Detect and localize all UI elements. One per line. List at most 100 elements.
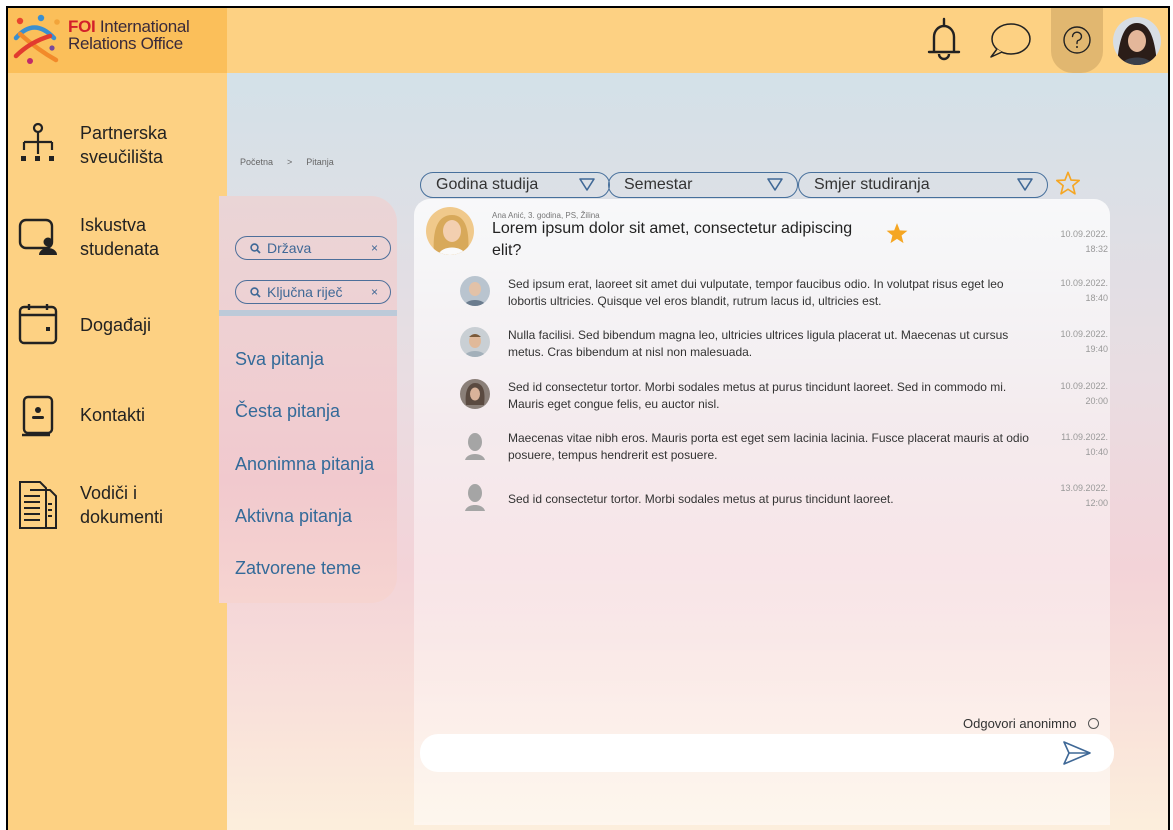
anonymous-avatar-icon bbox=[460, 430, 490, 460]
answer-anonymously-label: Odgovori anonimno bbox=[963, 716, 1077, 731]
sidebar-item-contacts[interactable]: Kontakti bbox=[8, 391, 227, 441]
logo-text: FOI International Relations Office bbox=[68, 18, 190, 52]
asker-avatar bbox=[426, 207, 474, 255]
reply-time: 19:40 bbox=[1085, 344, 1108, 354]
country-search-input[interactable]: Država × bbox=[235, 236, 391, 260]
sidebar-label-line2: dokumenti bbox=[80, 507, 164, 527]
help-button[interactable] bbox=[1051, 8, 1103, 73]
breadcrumb-home[interactable]: Početna bbox=[240, 157, 273, 167]
question-time: 18:32 bbox=[1085, 244, 1108, 254]
contact-book-icon bbox=[18, 394, 58, 438]
sidebar-item-label: Događaji bbox=[80, 313, 151, 337]
breadcrumb: Početna > Pitanja bbox=[240, 157, 334, 167]
category-all-questions[interactable]: Sva pitanja bbox=[235, 349, 324, 370]
sidebar-label-line1: Partnerska bbox=[80, 123, 168, 143]
sidebar-item-events[interactable]: Događaji bbox=[8, 299, 227, 349]
reply-time: 10:40 bbox=[1085, 447, 1108, 457]
sidebar-label-line1: Događaji bbox=[80, 315, 152, 335]
sidebar-item-student-experiences[interactable]: Iskustva studenata bbox=[8, 213, 227, 263]
category-closed-topics[interactable]: Zatvorene teme bbox=[235, 558, 361, 579]
reply-date: 13.09.2022. bbox=[1060, 483, 1108, 493]
reply-time: 12:00 bbox=[1085, 498, 1108, 508]
reply-timestamp: 10.09.2022. 19:40 bbox=[1050, 327, 1108, 357]
question-text: Lorem ipsum dolor sit amet, consectetur … bbox=[492, 220, 853, 259]
logo-mark-icon bbox=[13, 14, 60, 64]
reply-date: 10.09.2022. bbox=[1060, 381, 1108, 391]
send-icon[interactable] bbox=[1062, 740, 1092, 766]
chevron-down-icon bbox=[579, 178, 595, 191]
sidebar-item-label: Iskustva studenata bbox=[80, 213, 159, 261]
filter-panel: Država × Ključna riječ × Sva pitanja Čes… bbox=[219, 196, 397, 603]
sidebar-label-line1: Iskustva bbox=[80, 215, 147, 235]
favorites-star-icon[interactable] bbox=[1054, 170, 1082, 198]
sidebar-item-guides-documents[interactable]: Vodiči i dokumenti bbox=[8, 481, 227, 537]
reply-timestamp: 10.09.2022. 18:40 bbox=[1050, 276, 1108, 306]
sidebar-label-line2: sveučilišta bbox=[80, 147, 164, 167]
answer-anonymously-toggle[interactable]: Odgovori anonimno bbox=[963, 716, 1100, 731]
reply-text: Nulla facilisi. Sed bibendum magna leo, … bbox=[508, 328, 1009, 359]
search-icon bbox=[250, 286, 261, 298]
messages-button[interactable] bbox=[985, 8, 1035, 73]
breadcrumb-separator: > bbox=[287, 157, 293, 167]
logo[interactable]: FOI International Relations Office bbox=[8, 8, 227, 73]
sidebar: Partnerska sveučilišta Iskustva studenat… bbox=[8, 73, 227, 830]
reply-timestamp: 10.09.2022. 20:00 bbox=[1050, 379, 1108, 409]
student-icon bbox=[18, 213, 58, 257]
star-filled-icon[interactable] bbox=[884, 221, 910, 247]
bell-icon bbox=[927, 17, 961, 60]
chat-bubble-icon bbox=[990, 22, 1031, 58]
documents-icon bbox=[18, 481, 58, 529]
breadcrumb-current: Pitanja bbox=[306, 157, 334, 167]
search-icon bbox=[250, 242, 261, 254]
clear-country-icon[interactable]: × bbox=[371, 241, 378, 255]
study-year-select[interactable]: Godina studija bbox=[420, 172, 610, 198]
reply-text: Sed ipsum erat, laoreet sit amet dui vul… bbox=[508, 277, 1004, 308]
chevron-down-icon bbox=[767, 178, 783, 191]
calendar-icon bbox=[18, 302, 58, 346]
category-frequent-questions[interactable]: Česta pitanja bbox=[235, 401, 340, 422]
avatar bbox=[460, 379, 490, 409]
sidebar-label-line1: Kontakti bbox=[80, 405, 146, 425]
reply-input[interactable] bbox=[420, 734, 1114, 772]
logo-line2: Relations Office bbox=[68, 34, 183, 53]
category-active-questions[interactable]: Aktivna pitanja bbox=[235, 506, 352, 527]
reply-text: Sed id consectetur tortor. Morbi sodales… bbox=[508, 492, 894, 506]
study-direction-label: Smjer studiranja bbox=[814, 176, 930, 193]
user-avatar-button[interactable] bbox=[1112, 8, 1162, 73]
anonymous-avatar-icon bbox=[460, 481, 490, 511]
network-icon bbox=[18, 121, 58, 165]
sidebar-item-label: Vodiči i dokumenti bbox=[80, 481, 163, 529]
reply-time: 20:00 bbox=[1085, 396, 1108, 406]
sidebar-label-line1: Vodiči i bbox=[80, 483, 138, 503]
reply-text: Sed id consectetur tortor. Morbi sodales… bbox=[508, 380, 1007, 411]
sidebar-item-label: Partnerska sveučilišta bbox=[80, 121, 167, 169]
question-timestamp: 10.09.2022. 18:32 bbox=[1050, 227, 1108, 257]
reply-time: 18:40 bbox=[1085, 293, 1108, 303]
sidebar-label-line2: studenata bbox=[80, 239, 160, 259]
keyword-search-input[interactable]: Ključna riječ × bbox=[235, 280, 391, 304]
reply-timestamp: 11.09.2022. 10:40 bbox=[1050, 430, 1108, 460]
reply-timestamp: 13.09.2022. 12:00 bbox=[1050, 481, 1108, 511]
clear-keyword-icon[interactable]: × bbox=[371, 285, 378, 299]
reply-date: 11.09.2022. bbox=[1061, 432, 1108, 442]
anonymous-radio[interactable] bbox=[1088, 718, 1100, 729]
category-anonymous-questions[interactable]: Anonimna pitanja bbox=[235, 454, 374, 475]
help-icon bbox=[1063, 26, 1091, 54]
sidebar-item-partner-universities[interactable]: Partnerska sveučilišta bbox=[8, 121, 227, 171]
reply-date: 10.09.2022. bbox=[1060, 278, 1108, 288]
chevron-down-icon bbox=[1017, 178, 1033, 191]
study-direction-select[interactable]: Smjer studiranja bbox=[798, 172, 1048, 198]
avatar bbox=[460, 276, 490, 306]
avatar bbox=[1113, 16, 1161, 65]
avatar bbox=[460, 327, 490, 357]
keyword-placeholder: Ključna riječ bbox=[267, 284, 343, 300]
sidebar-item-label: Kontakti bbox=[80, 403, 145, 427]
country-placeholder: Država bbox=[267, 240, 312, 256]
reply-text: Maecenas vitae nibh eros. Mauris porta e… bbox=[508, 431, 1029, 462]
notifications-button[interactable] bbox=[922, 8, 966, 73]
question-date: 10.09.2022. bbox=[1060, 229, 1108, 239]
top-bar: FOI International Relations Office bbox=[8, 8, 1168, 73]
semester-label: Semestar bbox=[624, 176, 693, 193]
panel-divider bbox=[219, 310, 397, 316]
semester-select[interactable]: Semestar bbox=[608, 172, 798, 198]
